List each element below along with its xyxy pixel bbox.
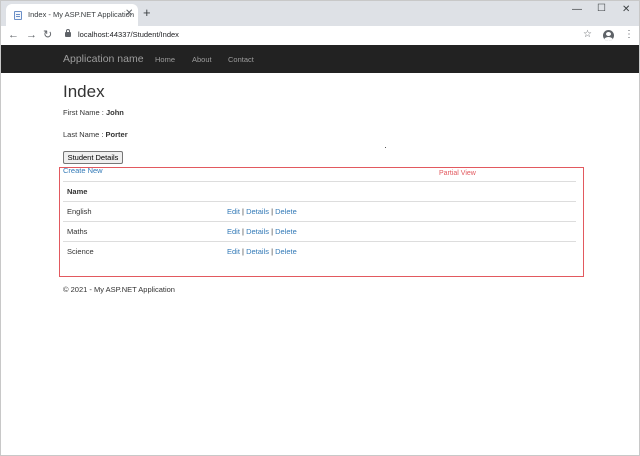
first-name-value: John [105,108,124,117]
browser-toolbar: ← → ↻ localhost:44337/Student/Index ☆ ⋮ [0,26,640,45]
reload-icon[interactable]: ↻ [43,28,52,42]
minimize-icon[interactable]: — [572,5,582,15]
edit-link[interactable]: Edit [227,207,240,216]
row-name: English [67,207,92,216]
close-icon[interactable]: ✕ [125,7,133,21]
row-name: Maths [67,227,88,236]
table-divider [63,181,576,182]
address-bar[interactable]: localhost:44337/Student/Index [59,27,599,43]
column-header-name: Name [67,187,88,196]
nav-link-home[interactable]: Home [155,55,175,64]
row-name: Science [67,247,94,256]
delete-link[interactable]: Delete [275,207,297,216]
table-divider [63,241,576,242]
page-title: Index [63,82,105,101]
table-divider [63,201,576,202]
last-name-field: Last Name : Porter [63,130,128,139]
delete-link[interactable]: Delete [275,247,297,256]
new-tab-button[interactable]: + [143,6,151,19]
tab-title: Index - My ASP.NET Application [28,10,135,19]
window-close-icon[interactable]: ✕ [622,5,630,15]
row-actions: Edit | Details | Delete [227,207,297,216]
stray-dot [385,147,386,148]
star-icon[interactable]: ☆ [583,29,592,41]
favicon-icon [14,11,22,20]
navbar-brand[interactable]: Application name [63,53,144,65]
table-divider [63,221,576,222]
row-actions: Edit | Details | Delete [227,227,297,236]
partial-view-annotation: Partial View [439,170,476,177]
page-footer: © 2021 - My ASP.NET Application [63,285,175,294]
details-link[interactable]: Details [246,207,269,216]
details-link[interactable]: Details [246,247,269,256]
menu-icon[interactable]: ⋮ [624,29,634,41]
maximize-icon[interactable]: ☐ [597,4,606,14]
last-name-label: Last Name : [63,130,104,139]
browser-tab[interactable]: Index - My ASP.NET Application ✕ [6,4,138,26]
nav-link-about[interactable]: About [192,55,212,64]
lock-icon[interactable] [65,29,71,37]
edit-link[interactable]: Edit [227,227,240,236]
browser-tab-strip: Index - My ASP.NET Application ✕ + — ☐ ✕ [0,0,640,26]
back-icon[interactable]: ← [8,28,19,42]
edit-link[interactable]: Edit [227,247,240,256]
first-name-label: First Name : [63,108,104,117]
partial-view-outline [59,167,584,277]
forward-icon[interactable]: → [26,28,37,42]
last-name-value: Porter [105,130,128,139]
site-navbar: Application name Home About Contact [0,45,640,73]
nav-link-contact[interactable]: Contact [228,55,254,64]
first-name-field: First Name : John [63,108,124,117]
student-details-button[interactable]: Student Details [63,151,123,164]
row-actions: Edit | Details | Delete [227,247,297,256]
profile-icon[interactable] [603,30,614,41]
url-text[interactable]: localhost:44337/Student/Index [78,30,179,39]
details-link[interactable]: Details [246,227,269,236]
delete-link[interactable]: Delete [275,227,297,236]
create-new-link[interactable]: Create New [63,166,103,175]
